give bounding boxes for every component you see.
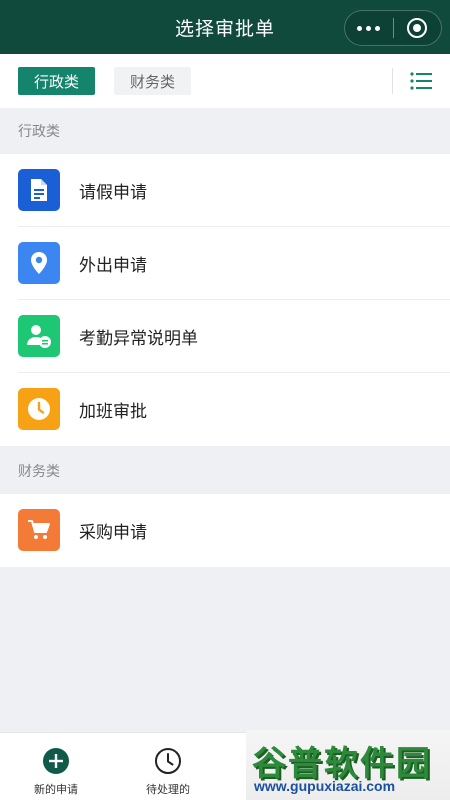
- user-note-icon: [18, 315, 60, 357]
- target-icon: [407, 18, 428, 38]
- plus-circle-icon: [43, 748, 69, 774]
- more-options-button[interactable]: [345, 11, 393, 45]
- site-watermark: 谷普软件园 www.gupuxiazai.com: [246, 730, 450, 800]
- dot-icon: [366, 25, 372, 31]
- nav-pending[interactable]: 待处理的: [112, 733, 224, 800]
- tab-finance[interactable]: 财务类: [114, 67, 192, 95]
- list-item-outing-request[interactable]: 外出申请: [0, 227, 450, 300]
- dot-icon: [375, 25, 381, 31]
- document-icon: [18, 169, 60, 211]
- section-header-finance: 财务类: [0, 448, 450, 494]
- list-item-attendance-exception[interactable]: 考勤异常说明单: [0, 300, 450, 373]
- dot-icon: [357, 25, 363, 31]
- cart-icon: [18, 509, 60, 551]
- list-item-label: 外出申请: [79, 256, 147, 276]
- watermark-url: www.gupuxiazai.com: [254, 778, 396, 794]
- list-item-label: 加班审批: [79, 402, 147, 422]
- list-item-label: 采购申请: [79, 523, 147, 543]
- tab-administrative[interactable]: 行政类: [18, 67, 96, 95]
- location-pin-icon: [18, 242, 60, 284]
- list-item-leave-request[interactable]: 请假申请: [0, 154, 450, 227]
- page-title: 选择审批单: [174, 17, 275, 40]
- category-tab-bar: 行政类 财务类: [0, 54, 450, 108]
- clock-icon: [18, 388, 60, 430]
- close-program-button[interactable]: [393, 11, 441, 45]
- list-item-overtime-approval[interactable]: 加班审批: [0, 373, 450, 446]
- list-item-label: 考勤异常说明单: [79, 329, 198, 349]
- mini-program-capsule: [344, 10, 442, 46]
- list-item-purchase-request[interactable]: 采购申请: [0, 494, 450, 567]
- list-item-label: 请假申请: [79, 183, 147, 203]
- clock-outline-icon: [155, 748, 181, 774]
- title-bar: 选择审批单: [0, 0, 450, 54]
- finance-list: 采购申请: [0, 494, 450, 567]
- list-menu-icon[interactable]: [410, 71, 432, 91]
- administrative-list: 请假申请 外出申请 考勤异常说明单 加班审批: [0, 154, 450, 446]
- nav-label: 新的申请: [34, 783, 78, 796]
- tab-divider: [392, 68, 393, 94]
- nav-label: 待处理的: [146, 783, 190, 796]
- nav-new-request[interactable]: 新的申请: [0, 733, 112, 800]
- section-header-administrative: 行政类: [0, 108, 450, 154]
